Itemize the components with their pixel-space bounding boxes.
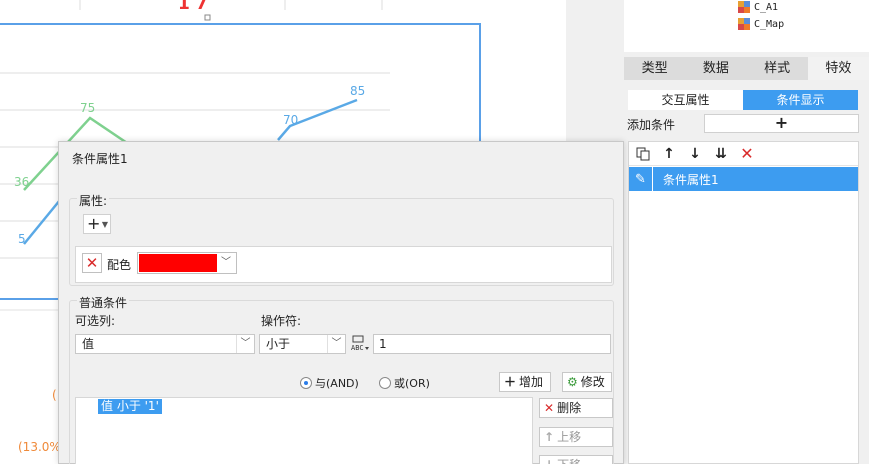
condition-rules-list: 值 小于 '1' [75, 397, 533, 464]
chart-top-label: 1 7 [178, 0, 208, 14]
arrow-up-icon: ↑ [544, 430, 555, 444]
effects-subtabs: 交互属性 条件显示 [628, 90, 858, 110]
map-component-icon [738, 18, 750, 30]
condition-toolbar: ↑ ↓ ⇊ ✕ [629, 142, 858, 166]
data-label: 36 [14, 175, 30, 189]
data-label: 85 [350, 84, 366, 98]
subtab-condition-display[interactable]: 条件显示 [743, 90, 858, 110]
arrow-down-icon: ↓ [544, 456, 554, 464]
operator-select-value: 小于 [266, 337, 291, 351]
chevron-down-icon[interactable]: ﹀ [236, 335, 254, 353]
edit-gear-icon: ⚙ [567, 375, 578, 389]
add-attribute-button[interactable]: + ▼ [83, 214, 111, 234]
chart-component-icon [738, 1, 750, 13]
move-down-button[interactable]: ↓ 下移 [539, 455, 613, 464]
attribute-section-title: 属性: [77, 192, 110, 209]
radio-and-label: 与(AND) [315, 377, 359, 390]
add-button-label: 增加 [519, 375, 544, 389]
copy-icon[interactable] [633, 144, 653, 164]
arrow-up-icon[interactable]: ↑ [659, 144, 679, 164]
operator-select[interactable]: 小于 ﹀ [259, 334, 346, 354]
subtab-interaction[interactable]: 交互属性 [628, 90, 743, 110]
add-condition-label: 添加条件 [627, 118, 676, 132]
dialog-body: 属性: + ▼ ✕ 配色 ﹀ 普通条件 可选列: 操作符: 值 ﹀ 小于 ﹀ A… [59, 172, 625, 464]
column-select-value: 值 [82, 337, 95, 351]
edit-condition-button[interactable]: ⚙ 修改 [562, 372, 612, 392]
condition-value-input[interactable]: 1 [373, 334, 611, 354]
series-blue-line [23, 199, 61, 245]
tree-item-label: C_A1 [754, 1, 779, 13]
chart-paren: ( [52, 388, 57, 402]
plus-icon: ＋ [504, 375, 517, 389]
color-picker[interactable]: ﹀ [137, 252, 237, 274]
color-swatch [139, 254, 217, 272]
tab-style[interactable]: 样式 [747, 57, 808, 80]
add-condition-button[interactable]: + [704, 114, 859, 133]
radio-button[interactable] [300, 377, 312, 389]
radio-or[interactable]: 或(OR) [379, 375, 430, 391]
chevron-down-icon: ▼ [101, 220, 108, 229]
column-select[interactable]: 值 ﹀ [75, 334, 255, 354]
edit-pencil-icon[interactable]: ✎ [629, 167, 653, 191]
delete-condition-button[interactable]: ✕ 删除 [539, 398, 613, 418]
chevron-down-icon[interactable]: ﹀ [218, 253, 234, 273]
move-up-label: 上移 [557, 430, 582, 444]
move-up-button[interactable]: ↑ 上移 [539, 427, 613, 447]
operator-label: 操作符: [261, 314, 302, 328]
arrow-down-icon[interactable]: ↓ [685, 144, 705, 164]
tree-item-c-map[interactable]: C_Map [738, 17, 784, 31]
component-tree: C_A1 C_Map [624, 0, 869, 52]
tree-item-label: C_Map [754, 18, 785, 30]
resize-handle [204, 14, 211, 21]
data-label: 75 [80, 101, 96, 115]
svg-text:ABC: ABC [351, 344, 364, 352]
condition-list-item[interactable]: ✎ 条件属性1 [629, 167, 858, 191]
remove-attribute-button[interactable]: ✕ [82, 253, 102, 273]
condition-attribute-dialog: 条件属性1 属性: + ▼ ✕ 配色 ﹀ 普通条件 可选列: 操作符: 值 ﹀ … [58, 141, 624, 464]
column-label: 可选列: [75, 314, 116, 328]
radio-button[interactable] [379, 377, 391, 389]
radio-and[interactable]: 与(AND) [300, 375, 359, 391]
chevron-down-icon[interactable]: ﹀ [327, 335, 345, 353]
attribute-row: ✕ 配色 ﹀ [75, 246, 612, 283]
chart-bottom-label: (13.0% [18, 440, 61, 454]
data-label: 5 [18, 232, 26, 246]
condition-list: ↑ ↓ ⇊ ✕ ✎ 条件属性1 [628, 141, 859, 464]
close-icon: ✕ [544, 401, 555, 415]
delete-icon[interactable]: ✕ [737, 144, 757, 164]
data-label: 70 [283, 113, 299, 127]
move-down-label: 下移 [557, 456, 581, 464]
tab-type[interactable]: 类型 [624, 57, 685, 80]
edit-button-label: 修改 [580, 375, 605, 389]
common-condition-title: 普通条件 [77, 294, 130, 311]
condition-list-item-label: 条件属性1 [663, 172, 719, 187]
panel-tabs: 类型 数据 样式 特效 [624, 57, 869, 80]
condition-rule[interactable]: 值 小于 '1' [98, 399, 162, 414]
move-to-bottom-icon[interactable]: ⇊ [711, 144, 731, 164]
tab-effects[interactable]: 特效 [807, 57, 869, 80]
dialog-title: 条件属性1 [72, 152, 128, 166]
plus-icon: + [87, 214, 101, 233]
property-panel: C_A1 C_Map 类型 数据 样式 特效 交互属性 条件显示 添加条件 + … [624, 0, 869, 464]
attribute-name: 配色 [107, 258, 132, 272]
tree-item-c-a1[interactable]: C_A1 [738, 0, 778, 14]
value-type-icon[interactable]: ABC [350, 332, 372, 354]
radio-or-label: 或(OR) [394, 377, 430, 390]
delete-button-label: 删除 [557, 401, 582, 415]
add-condition-rule-button[interactable]: ＋ 增加 [499, 372, 551, 392]
tab-data[interactable]: 数据 [685, 57, 746, 80]
